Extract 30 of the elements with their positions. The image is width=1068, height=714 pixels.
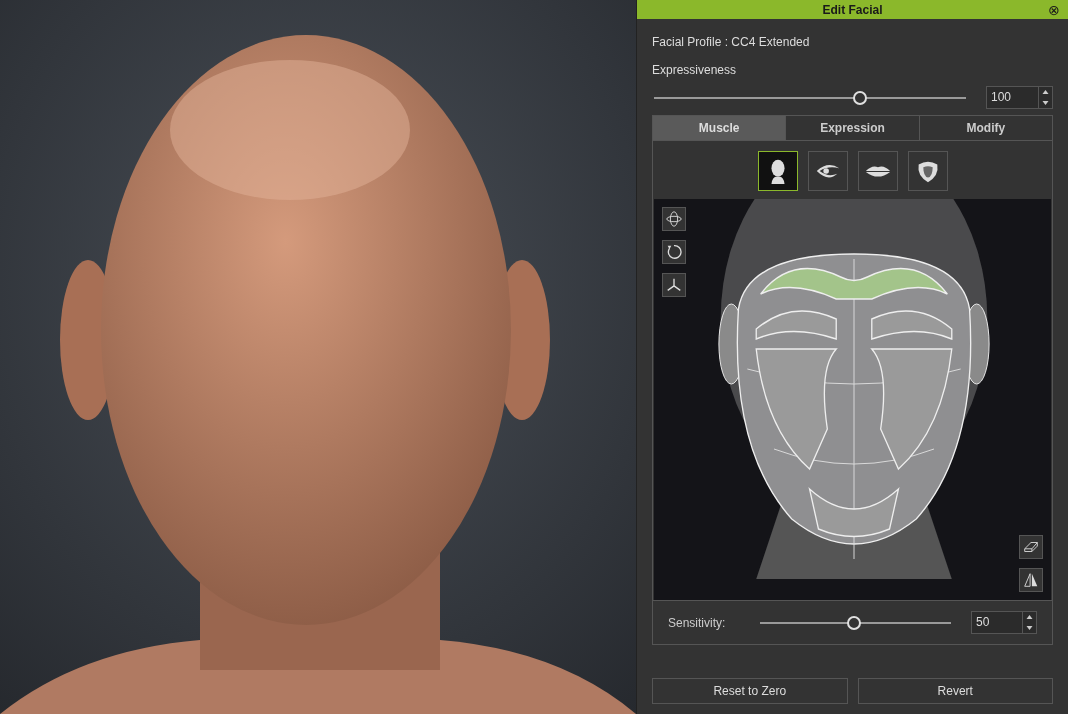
number-field[interactable]: 50: [971, 611, 1037, 634]
close-button[interactable]: ⊗: [1048, 1, 1060, 18]
slider-thumb[interactable]: [846, 615, 861, 630]
eraser-button[interactable]: [1019, 535, 1043, 559]
category-button[interactable]: [907, 151, 948, 191]
mirror-icon: [1022, 571, 1040, 589]
slider-thumb[interactable]: [852, 90, 867, 105]
number-field[interactable]: 100: [986, 86, 1053, 109]
axes-button[interactable]: [662, 273, 686, 297]
action-button[interactable]: Revert: [857, 678, 1053, 704]
sensitivity-slider[interactable]: [760, 614, 951, 631]
orbit-button[interactable]: [662, 207, 686, 231]
face-region[interactable]: [759, 267, 949, 300]
axes-icon: [665, 276, 683, 294]
reset-view-button[interactable]: [662, 240, 686, 264]
category-button[interactable]: [757, 151, 798, 191]
category-button[interactable]: [807, 151, 848, 191]
tab[interactable]: Muscle: [653, 116, 787, 140]
orbit-icon: [665, 210, 683, 228]
face-region[interactable]: [808, 488, 900, 538]
rotate-icon: [665, 243, 683, 261]
window-title: Edit Facial: [822, 1, 883, 19]
sensitivity-label: Sensitivity:: [668, 614, 727, 632]
facial-profile-label: Facial Profile : CC4 Extended: [652, 34, 811, 51]
face-region[interactable]: [755, 310, 953, 340]
mirror-button[interactable]: [1019, 568, 1043, 592]
expressiveness-slider[interactable]: [654, 89, 966, 106]
category-button[interactable]: [857, 151, 898, 191]
action-button[interactable]: Reset to Zero: [652, 678, 848, 704]
expressiveness-label: Expressiveness: [652, 62, 738, 79]
